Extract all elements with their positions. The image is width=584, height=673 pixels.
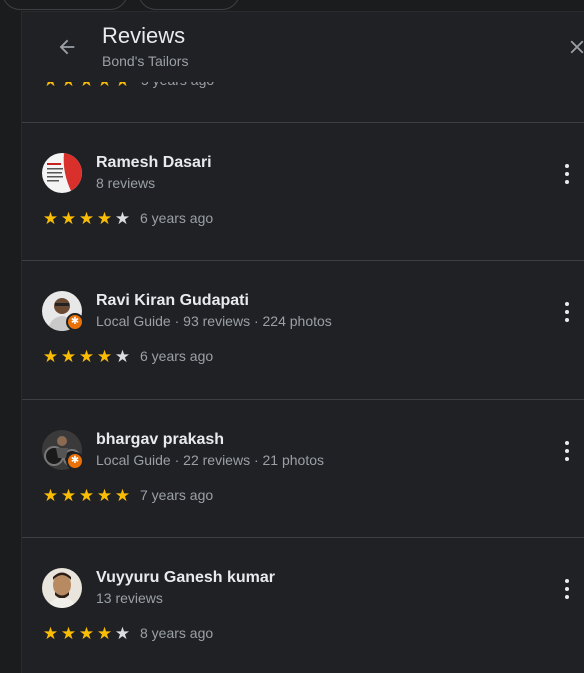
- reviewer-meta: 8 reviews: [96, 175, 156, 191]
- avatar[interactable]: ✱: [42, 291, 84, 331]
- top-pills: [0, 0, 584, 10]
- reviewer-name[interactable]: Ramesh Dasari: [96, 154, 212, 172]
- more-vertical-icon[interactable]: [557, 161, 577, 187]
- star-icon: ★: [60, 485, 77, 505]
- review-rating: ★ ★ ★ ★ ★ 7 years ago: [42, 485, 213, 505]
- reviewer-name[interactable]: bhargav prakash: [96, 431, 224, 449]
- reviews-panel: ★★★★★ 5 years ago Ramesh Da: [22, 12, 584, 673]
- reviewer-name[interactable]: Ravi Kiran Gudapati: [96, 292, 249, 310]
- reviewer-name[interactable]: Vuyyuru Ganesh kumar: [96, 569, 275, 587]
- star-icon: ★: [60, 346, 77, 366]
- page-title: Reviews: [102, 23, 186, 48]
- star-icon: ★: [114, 623, 131, 643]
- reviewer-meta: 13 reviews: [96, 590, 163, 606]
- avatar[interactable]: [42, 568, 82, 608]
- star-icon: ★: [60, 623, 77, 643]
- star-icon: ★: [42, 208, 59, 228]
- avatar[interactable]: [42, 153, 82, 193]
- star-rating: ★★★★★: [42, 625, 131, 642]
- more-vertical-icon[interactable]: [557, 438, 577, 464]
- review-date: 8 years ago: [140, 625, 214, 641]
- arrow-back-icon[interactable]: [52, 32, 82, 62]
- top-pill-left[interactable]: [2, 0, 128, 10]
- more-vertical-icon[interactable]: [557, 576, 577, 602]
- review-date: 7 years ago: [140, 487, 214, 503]
- more-vertical-icon[interactable]: [557, 299, 577, 325]
- star-rating: ★★★★★: [42, 348, 131, 365]
- star-icon: ★: [114, 346, 131, 366]
- star-icon: ★: [42, 623, 59, 643]
- reviewer-meta: Local Guide · 93 reviews · 224 photos: [96, 313, 332, 329]
- review-card: ✱ bhargav prakash Local Guide · 22 revie…: [22, 400, 584, 538]
- review-date: 6 years ago: [140, 210, 214, 226]
- panel-header: Reviews Bond's Tailors: [22, 12, 584, 82]
- avatar[interactable]: ✱: [42, 430, 84, 470]
- star-icon: ★: [78, 623, 95, 643]
- local-guide-badge-icon: ✱: [66, 452, 84, 470]
- reviewer-meta: Local Guide · 22 reviews · 21 photos: [96, 452, 325, 468]
- star-icon: ★: [114, 485, 131, 505]
- review-rating: ★ ★ ★ ★ ★ 6 years ago: [42, 346, 213, 366]
- star-icon: ★: [78, 346, 95, 366]
- star-icon: ★: [96, 623, 113, 643]
- review-rating: ★ ★ ★ ★ ★ 6 years ago: [42, 208, 213, 228]
- review-card: Ramesh Dasari 8 reviews ★ ★ ★ ★ ★ 6 years ag…: [22, 123, 584, 261]
- star-icon: ★: [60, 208, 77, 228]
- review-rating: ★ ★ ★ ★ ★ 8 years ago: [42, 623, 213, 643]
- review-date: 6 years ago: [140, 348, 214, 364]
- review-card: ✱ Ravi Kiran Gudapati Local Guide · 93 r…: [22, 261, 584, 399]
- star-icon: ★: [114, 208, 131, 228]
- top-pill-right[interactable]: [138, 0, 240, 10]
- star-icon: ★: [42, 485, 59, 505]
- local-guide-badge-icon: ✱: [66, 313, 84, 331]
- review-card: Vuyyuru Ganesh kumar 13 reviews ★ ★ ★ ★ ★ 8 …: [22, 538, 584, 673]
- star-icon: ★: [78, 485, 95, 505]
- star-icon: ★: [78, 208, 95, 228]
- star-icon: ★: [96, 346, 113, 366]
- star-icon: ★: [96, 485, 113, 505]
- star-rating: ★★★★★: [42, 210, 131, 227]
- star-icon: ★: [96, 208, 113, 228]
- place-name: Bond's Tailors: [102, 53, 189, 69]
- star-rating: ★★★★★: [42, 487, 131, 504]
- close-icon[interactable]: [562, 32, 584, 62]
- star-icon: ★: [42, 346, 59, 366]
